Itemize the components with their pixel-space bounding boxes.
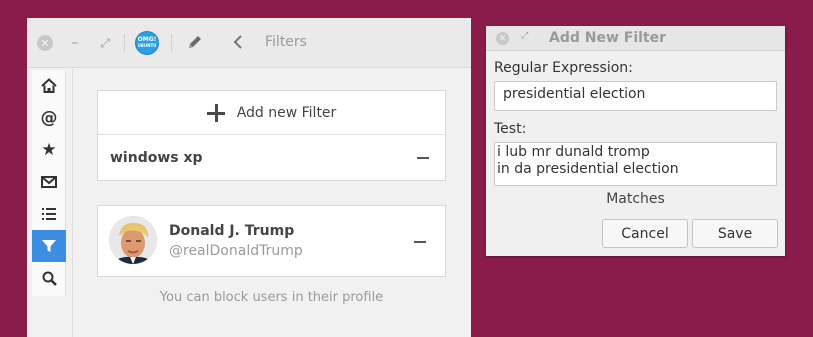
main-window: ✕ – ⤢ OMG! UBUNTU Filters @ ★ Add new Fi…	[27, 18, 471, 337]
block-hint-text: You can block users in their profile	[159, 290, 384, 305]
sidebar-item-favorites[interactable]: ★	[32, 134, 66, 166]
chevron-left-icon[interactable]	[230, 33, 246, 51]
avatar-text: UBUNTU	[137, 43, 157, 48]
filter-icon	[42, 240, 56, 252]
cancel-button[interactable]: Cancel	[602, 219, 688, 248]
filters-card: Add new Filter windows xp	[97, 90, 446, 181]
sidebar-item-lists[interactable]	[32, 198, 66, 230]
dialog-titlebar: ✕ ⤢ Add New Filter	[486, 26, 785, 51]
match-status: Matches	[606, 191, 665, 207]
sidebar-item-messages[interactable]	[32, 166, 66, 198]
add-filter-button[interactable]: Add new Filter	[98, 91, 445, 135]
titlebar-divider	[171, 34, 172, 52]
unblock-user-button[interactable]	[414, 241, 426, 243]
envelope-icon	[41, 176, 57, 188]
user-handle: @realDonaldTrump	[169, 243, 303, 259]
restore-window-button[interactable]: ⤢	[99, 35, 111, 51]
star-icon: ★	[41, 140, 57, 160]
user-name: Donald J. Trump	[169, 223, 295, 239]
blocked-user-card: Donald J. Trump @realDonaldTrump	[97, 205, 446, 277]
regex-input[interactable]: presidential election	[494, 81, 777, 111]
home-icon	[41, 78, 57, 93]
test-label: Test:	[494, 121, 527, 137]
sidebar-item-home[interactable]	[32, 70, 66, 102]
at-sign-icon: @	[40, 108, 58, 128]
list-icon	[42, 208, 56, 220]
sidebar-item-search[interactable]	[32, 262, 66, 294]
save-button[interactable]: Save	[692, 219, 778, 248]
test-line: i lub mr dunald tromp	[497, 144, 650, 160]
account-avatar[interactable]: OMG! UBUNTU	[135, 31, 159, 55]
titlebar: ✕ – ⤢ OMG! UBUNTU Filters	[27, 18, 471, 68]
test-textarea[interactable]: i lub mr dunald tromp in da presidential…	[494, 142, 777, 186]
minimize-window-button[interactable]: –	[69, 35, 81, 51]
dialog-title: Add New Filter	[549, 30, 667, 46]
compose-pencil-icon[interactable]	[186, 33, 204, 51]
filter-item: windows xp	[98, 135, 445, 181]
user-avatar[interactable]	[109, 216, 157, 264]
sidebar-divider	[72, 69, 73, 337]
close-dialog-button[interactable]: ✕	[496, 32, 509, 45]
titlebar-divider	[124, 34, 125, 52]
sidebar: @ ★	[32, 70, 66, 296]
filter-item-text: windows xp	[110, 150, 203, 166]
add-filter-label: Add new Filter	[236, 104, 337, 121]
restore-dialog-button[interactable]: ⤢	[521, 31, 528, 41]
sidebar-item-filters[interactable]	[32, 230, 66, 262]
regex-label: Regular Expression:	[494, 60, 633, 76]
plus-icon	[206, 103, 225, 122]
sidebar-item-mentions[interactable]: @	[32, 102, 66, 134]
page-title: Filters	[265, 34, 307, 50]
close-window-button[interactable]: ✕	[37, 35, 53, 51]
test-line: in da presidential election	[497, 161, 679, 177]
add-filter-dialog: ✕ ⤢ Add New Filter Regular Expression: p…	[486, 26, 785, 256]
remove-filter-button[interactable]	[417, 157, 429, 159]
search-icon	[42, 271, 57, 286]
